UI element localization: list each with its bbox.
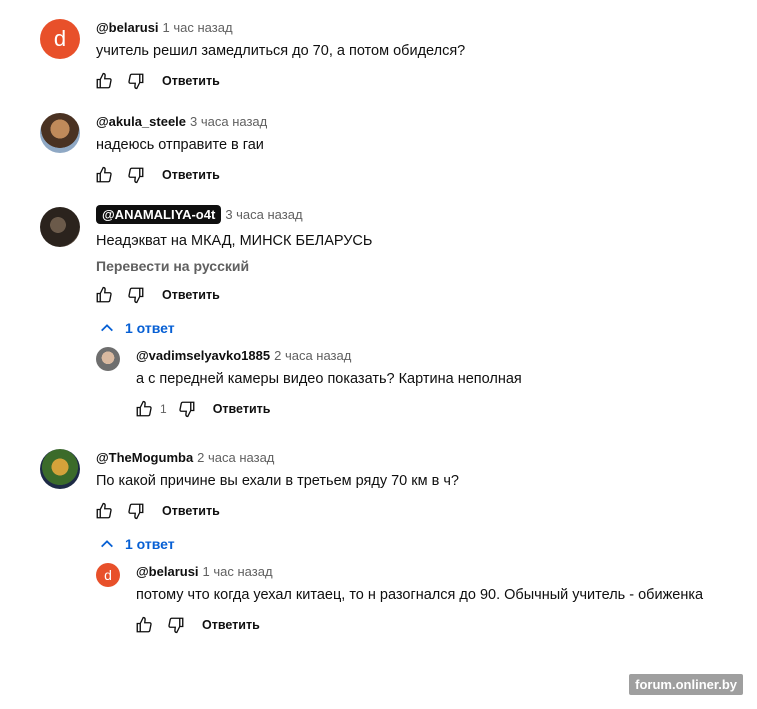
avatar[interactable]	[40, 449, 80, 489]
author-name[interactable]: @belarusi	[96, 20, 159, 35]
dislike-icon[interactable]	[164, 613, 188, 637]
reply-button[interactable]: Ответить	[162, 288, 220, 302]
author-name[interactable]: @akula_steele	[96, 114, 186, 129]
comment-text: потому что когда уехал китаец, то н разо…	[136, 587, 704, 603]
comment-header: @vadimselyavko1885 2 часа назад	[136, 348, 351, 364]
reply-button[interactable]: Ответить	[162, 74, 220, 88]
watermark: forum.onliner.by	[629, 674, 743, 695]
like-icon[interactable]	[92, 69, 116, 93]
chevron-up-icon	[101, 324, 113, 332]
like-icon[interactable]	[92, 499, 116, 523]
comment-header: @akula_steele 3 часа назад	[96, 114, 267, 130]
comment-actions: Ответить	[92, 69, 220, 93]
timestamp[interactable]: 1 час назад	[203, 564, 273, 579]
comment-actions: Ответить	[92, 499, 220, 523]
dislike-icon[interactable]	[124, 163, 148, 187]
comment-header: @belarusi 1 час назад	[136, 564, 273, 580]
chevron-up-icon	[101, 540, 113, 548]
replies-toggle[interactable]: 1 ответ	[99, 320, 175, 336]
comment-text: Неадэкват на МКАД, МИНСК БЕЛАРУСЬ	[96, 233, 373, 249]
comment-header: @TheMogumba 2 часа назад	[96, 450, 274, 466]
like-icon[interactable]	[92, 163, 116, 187]
author-name[interactable]: @vadimselyavko1885	[136, 348, 270, 363]
replies-count: 1 ответ	[125, 536, 175, 552]
timestamp[interactable]: 3 часа назад	[225, 207, 302, 222]
dislike-icon[interactable]	[124, 499, 148, 523]
reply-button[interactable]: Ответить	[162, 168, 220, 182]
timestamp[interactable]: 3 часа назад	[190, 114, 267, 129]
comment-actions: 1 Ответить	[132, 397, 270, 421]
dislike-icon[interactable]	[124, 69, 148, 93]
avatar[interactable]: d	[40, 19, 80, 59]
comment-actions: Ответить	[92, 283, 220, 307]
reply-button[interactable]: Ответить	[202, 618, 260, 632]
like-icon[interactable]	[92, 283, 116, 307]
comment-header: @ANAMALIYA-o4t 3 часа назад	[96, 205, 303, 224]
comment-text: учитель решил замедлиться до 70, а потом…	[96, 43, 466, 59]
comment-text: надеюсь отправите в гаи	[96, 137, 264, 153]
comment-text: По какой причине вы ехали в третьем ряду…	[96, 473, 459, 489]
translate-link[interactable]: Перевести на русский	[96, 258, 249, 274]
comment-actions: Ответить	[132, 613, 260, 637]
timestamp[interactable]: 2 часа назад	[274, 348, 351, 363]
author-name[interactable]: @belarusi	[136, 564, 199, 579]
avatar[interactable]	[40, 113, 80, 153]
like-count: 1	[160, 402, 167, 416]
like-icon[interactable]	[132, 397, 156, 421]
like-icon[interactable]	[132, 613, 156, 637]
avatar[interactable]	[96, 347, 120, 371]
author-name[interactable]: @TheMogumba	[96, 450, 193, 465]
replies-count: 1 ответ	[125, 320, 175, 336]
comment-actions: Ответить	[92, 163, 220, 187]
comment-header: @belarusi 1 час назад	[96, 20, 233, 36]
timestamp[interactable]: 1 час назад	[163, 20, 233, 35]
dislike-icon[interactable]	[175, 397, 199, 421]
dislike-icon[interactable]	[124, 283, 148, 307]
avatar[interactable]	[40, 207, 80, 247]
timestamp[interactable]: 2 часа назад	[197, 450, 274, 465]
replies-toggle[interactable]: 1 ответ	[99, 536, 175, 552]
reply-button[interactable]: Ответить	[162, 504, 220, 518]
reply-button[interactable]: Ответить	[213, 402, 271, 416]
avatar[interactable]: d	[96, 563, 120, 587]
comment-text: а с передней камеры видео показать? Карт…	[136, 371, 522, 387]
author-name[interactable]: @ANAMALIYA-o4t	[96, 205, 222, 224]
